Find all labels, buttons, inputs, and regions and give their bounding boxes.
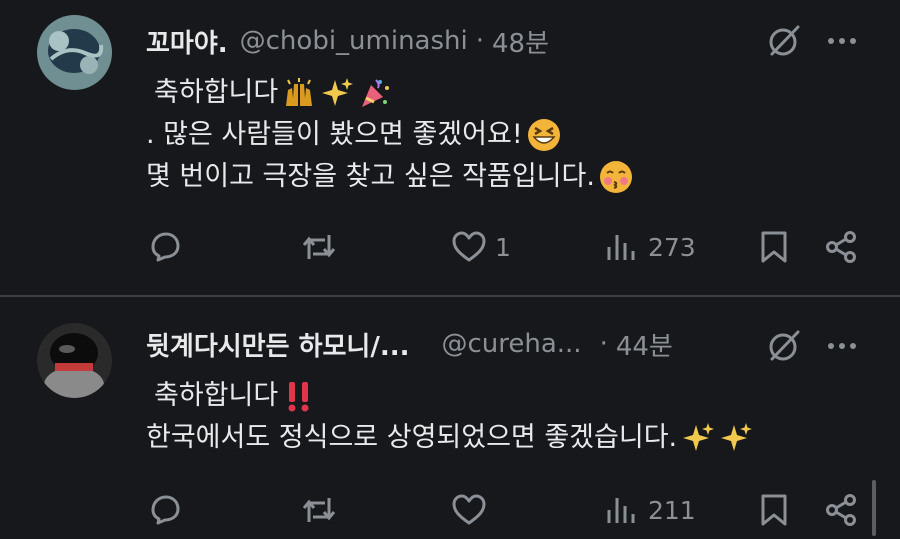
more-options-icon[interactable] bbox=[824, 23, 860, 59]
text-line: . 많은 사람들이 봤으면 좋겠어요! bbox=[146, 119, 523, 150]
share-button[interactable] bbox=[823, 224, 859, 270]
timestamp[interactable]: 44분 bbox=[616, 326, 673, 363]
display-name[interactable]: 꼬마야. bbox=[146, 23, 228, 60]
views-icon bbox=[607, 235, 635, 260]
separator: · bbox=[599, 329, 608, 359]
views-button[interactable]: 211 bbox=[604, 487, 696, 533]
avatar[interactable] bbox=[37, 15, 112, 90]
like-button[interactable]: 1 bbox=[451, 224, 511, 270]
reply-button[interactable] bbox=[147, 224, 183, 270]
share-button[interactable] bbox=[823, 487, 859, 533]
sparkles-icon bbox=[721, 423, 753, 451]
reply-button[interactable] bbox=[147, 487, 183, 533]
views-button[interactable]: 273 bbox=[604, 224, 696, 270]
bookmark-button[interactable] bbox=[756, 487, 792, 533]
grok-icon[interactable] bbox=[765, 22, 803, 60]
action-bar: 1 273 bbox=[0, 224, 900, 270]
repost-icon bbox=[302, 498, 336, 522]
repost-button[interactable] bbox=[301, 487, 337, 533]
reply-post[interactable]: 꼬마야. @chobi_uminashi · 48분 축하합니다 . 많은 사람… bbox=[0, 0, 900, 296]
repost-button[interactable] bbox=[301, 224, 337, 270]
repost-icon bbox=[302, 235, 336, 259]
more-options-icon[interactable] bbox=[824, 328, 860, 364]
heart-icon bbox=[452, 231, 486, 262]
timestamp[interactable]: 48분 bbox=[492, 23, 549, 60]
user-handle[interactable]: @chobi_uminashi bbox=[240, 26, 468, 56]
post-header: 뒷계다시만든 하모니/... @cureha... · 44분 bbox=[146, 324, 746, 364]
sparkles-icon bbox=[322, 78, 354, 106]
text-line: 축하합니다 bbox=[154, 380, 279, 411]
post-header: 꼬마야. @chobi_uminashi · 48분 bbox=[146, 21, 746, 61]
bookmark-icon bbox=[761, 231, 787, 263]
avatar[interactable] bbox=[37, 323, 112, 398]
share-icon bbox=[826, 231, 856, 263]
text-line: 한국에서도 정식으로 상영되었으면 좋겠습니다. bbox=[146, 422, 678, 453]
action-bar: 211 bbox=[0, 487, 900, 533]
sparkles-icon bbox=[683, 423, 715, 451]
bookmark-icon bbox=[761, 494, 787, 526]
text-line: 몇 번이고 극장을 찾고 싶은 작품입니다. bbox=[146, 161, 595, 192]
grinning-squint-icon bbox=[527, 119, 560, 151]
separator: · bbox=[475, 26, 485, 56]
reply-icon bbox=[151, 495, 180, 525]
views-icon bbox=[607, 498, 635, 523]
user-handle[interactable]: @cureha... bbox=[441, 329, 581, 359]
grok-icon[interactable] bbox=[765, 327, 803, 365]
view-count: 211 bbox=[648, 495, 696, 525]
like-button[interactable] bbox=[451, 487, 495, 533]
scrollbar[interactable] bbox=[872, 480, 876, 536]
double-exclamation-icon bbox=[288, 382, 309, 412]
text-line: 축하합니다 bbox=[154, 77, 279, 108]
post-text: 축하합니다 . 많은 사람들이 봤으면 좋겠어요! 몇 번이고 극장을 찾고 싶… bbox=[146, 72, 633, 198]
view-count: 273 bbox=[648, 232, 696, 262]
raising-hands-icon bbox=[286, 78, 313, 106]
reply-post[interactable]: 뒷계다시만든 하모니/... @cureha... · 44분 축하합니다 한국… bbox=[0, 297, 900, 539]
party-popper-icon bbox=[362, 79, 390, 107]
share-icon bbox=[826, 494, 856, 526]
kissing-blush-icon bbox=[599, 161, 632, 193]
reply-icon bbox=[151, 232, 180, 262]
display-name[interactable]: 뒷계다시만든 하모니/... bbox=[146, 326, 409, 363]
like-count: 1 bbox=[495, 232, 511, 262]
post-text: 축하합니다 한국에서도 정식으로 상영되었으면 좋겠습니다. bbox=[146, 375, 753, 459]
heart-icon bbox=[452, 494, 486, 525]
bookmark-button[interactable] bbox=[756, 224, 792, 270]
